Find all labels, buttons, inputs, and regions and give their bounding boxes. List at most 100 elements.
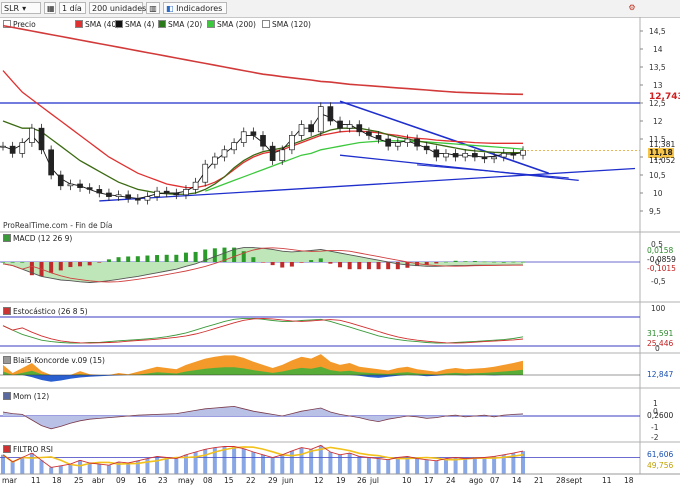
candle-body [414, 138, 420, 147]
candle-body [9, 145, 16, 154]
candle-body [48, 149, 54, 176]
x-tick: 11 [31, 476, 41, 485]
rsi-bar [270, 457, 275, 474]
candle-body [86, 187, 93, 190]
price-tick: 13,5 [649, 63, 666, 72]
rsi-label[interactable]: FILTRO RSI [3, 445, 53, 454]
candle-body [443, 153, 449, 158]
candle-body [327, 106, 334, 122]
macd-tag: -0,1015 [647, 264, 676, 273]
stoch-label[interactable]: Estocástico (26 8 5) [3, 307, 88, 316]
x-tick: 16 [137, 476, 147, 485]
rsi-bar [289, 450, 294, 474]
mom-area [3, 406, 523, 429]
rsi-tag: 61,606 [647, 450, 674, 459]
candle-body [115, 194, 122, 197]
macd-histogram-bar [20, 262, 25, 263]
koncorde-tag: 12,847 [647, 370, 674, 379]
candle-body [144, 196, 151, 201]
macd-histogram-bar [270, 262, 275, 266]
x-tick: jul [370, 476, 379, 485]
macd-label[interactable]: MACD (12 26 9) [3, 234, 72, 243]
macd-histogram-bar [492, 261, 497, 263]
candle-body [0, 145, 6, 148]
macd-histogram-bar [87, 262, 92, 266]
x-tick: 18 [624, 476, 634, 485]
candle-body [510, 153, 517, 156]
candle-body [269, 145, 276, 161]
wedge-lower-line [339, 154, 579, 182]
candle-body [183, 189, 189, 196]
rsi-bar [492, 456, 497, 474]
x-tick: 12 [314, 476, 324, 485]
macd-histogram-bar [366, 262, 371, 270]
x-tick: 17 [424, 476, 434, 485]
x-tick: 25 [74, 476, 84, 485]
macd-histogram-bar [453, 260, 458, 262]
x-tick: 28 [556, 476, 566, 485]
x-tick: 15 [224, 476, 234, 485]
chart-canvas [0, 17, 680, 475]
rsi-bar [443, 458, 448, 474]
stoch-tag: 31,591 [647, 329, 674, 338]
rsi-bar [338, 454, 343, 474]
macd-histogram-bar [212, 248, 217, 262]
rsi-bar [68, 464, 73, 474]
wedge-upper-line [339, 100, 550, 174]
stoch-label-text: Estocástico (26 8 5) [13, 307, 88, 316]
mom-tag: 0,2600 [647, 411, 674, 420]
rsi-swatch [3, 445, 11, 453]
watermark: ProRealTime.com - Fin de Día [3, 221, 113, 230]
macd-histogram-bar [289, 262, 294, 267]
stoch-swatch [3, 307, 11, 315]
rsi-bar [1, 454, 5, 474]
macd-histogram-bar [376, 262, 381, 270]
stoch-tag: 25,446 [647, 339, 674, 348]
macd-histogram-bar [183, 252, 188, 262]
x-tick: abr [92, 476, 105, 485]
candle-body [19, 142, 26, 154]
candle-body [366, 131, 372, 136]
candle-body [346, 124, 353, 129]
price-tick: 13 [653, 81, 663, 90]
macd-histogram-bar [511, 261, 516, 263]
candle-body [57, 174, 64, 187]
mom-tick: -2 [651, 433, 659, 442]
macd-histogram-bar [58, 262, 63, 271]
mom-label[interactable]: Mom (12) [3, 392, 49, 401]
macd-histogram-bar [318, 258, 323, 262]
candle-body [221, 149, 228, 158]
rsi-bar [193, 452, 198, 474]
rsi-bar [29, 453, 34, 474]
candle-body [423, 145, 430, 151]
macd-histogram-bar [521, 261, 525, 263]
candle-body [240, 131, 247, 143]
price-tick: 10,5 [649, 171, 666, 180]
mom-swatch [3, 392, 11, 400]
rsi-bar [463, 458, 468, 474]
macd-histogram-bar [501, 262, 506, 263]
rsi-bar [424, 459, 429, 474]
koncorde-label[interactable]: Blai5 Koncorde v.09 (15) [3, 356, 105, 365]
rsi-bar [415, 458, 420, 474]
rsi-bar [203, 449, 208, 474]
macd-histogram-bar [164, 254, 169, 262]
candle-body [308, 124, 314, 133]
macd-histogram-bar [97, 262, 102, 263]
macd-histogram-bar [193, 251, 198, 262]
candle-body [77, 183, 83, 188]
macd-histogram-bar [357, 262, 362, 270]
candle-body [385, 138, 392, 147]
macd-histogram-bar [309, 260, 314, 262]
candle-body [472, 153, 478, 158]
rsi-bar [106, 465, 111, 474]
macd-histogram-bar [443, 261, 448, 263]
price-tick: 14,5 [649, 27, 666, 36]
x-tick: 11 [602, 476, 612, 485]
candle-body [375, 135, 382, 140]
rsi-bar [395, 457, 400, 474]
candle-body [298, 124, 305, 136]
price-tick: 14 [653, 45, 663, 54]
rsi-bar [87, 463, 92, 474]
candle-body [96, 189, 103, 194]
